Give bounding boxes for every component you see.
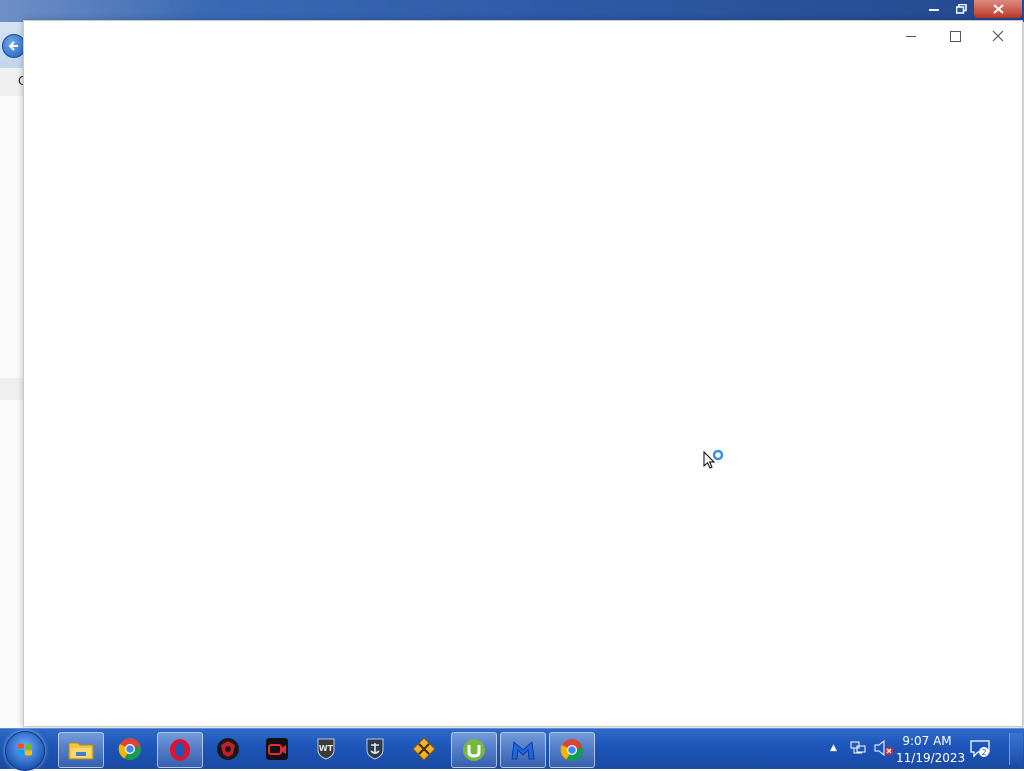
show-hidden-icons-icon[interactable]: ▲ [830,743,837,753]
world-of-warships-icon [366,738,384,760]
background-left-panel [0,96,24,728]
background-left-panel-item[interactable] [0,378,23,400]
taskbar: WT ▲ 9:07 AM 11/19/2023 2 [0,728,1024,771]
busy-cursor-icon [703,450,724,469]
taskbar-malwarebytes[interactable] [500,732,546,768]
taskbar-utorrent[interactable] [451,732,497,768]
start-button[interactable] [5,731,45,771]
chrome-icon [118,738,141,760]
background-restore-button[interactable] [948,0,974,18]
video-recorder-icon [266,738,288,760]
action-center-icon[interactable]: 2 [970,740,990,758]
taskbar-yellow-diamond-game[interactable] [402,732,446,766]
close-icon [992,4,1004,14]
malwarebytes-icon [511,741,535,760]
loading-window [23,20,1023,727]
network-icon[interactable] [850,741,866,755]
yellow-diamond-game-icon [412,737,436,761]
maximize-icon [949,30,961,42]
svg-text:WT: WT [319,744,334,753]
close-icon [992,30,1004,42]
clock-date[interactable]: 11/19/2023 [896,751,965,765]
chrome-icon [560,739,583,761]
background-close-button[interactable] [974,0,1022,18]
minimize-icon [929,9,939,11]
notification-count: 2 [981,748,986,757]
taskbar-chrome[interactable] [108,732,152,766]
maximize-button[interactable] [941,26,969,46]
taskbar-opera[interactable] [157,732,203,768]
taskbar-video-recorder[interactable] [255,732,299,766]
windows-logo-icon [18,743,32,756]
taskbar-file-explorer[interactable] [58,732,104,768]
taskbar-world-of-warships[interactable] [353,732,397,766]
background-titlebar[interactable] [0,0,1024,22]
taskbar-chrome-2[interactable] [549,732,595,768]
minimize-button[interactable] [897,26,925,46]
opera-icon [170,739,190,761]
app-red-shield-icon [217,738,239,760]
utorrent-icon [463,739,485,761]
minimize-icon [906,35,916,37]
close-button[interactable] [984,26,1012,46]
volume-muted-icon[interactable] [874,740,894,756]
restore-icon [955,4,967,14]
arrow-left-icon [8,41,18,51]
taskbar-app-red-shield[interactable] [206,732,250,766]
show-desktop-button[interactable] [1009,733,1023,765]
taskbar-world-of-tanks[interactable]: WT [304,732,348,766]
world-of-tanks-icon: WT [317,738,335,760]
file-explorer-icon [68,742,94,760]
system-tray: ▲ 9:07 AM 11/19/2023 2 [826,729,1024,769]
clock-time[interactable]: 9:07 AM [898,734,956,748]
background-minimize-button[interactable] [921,0,948,18]
